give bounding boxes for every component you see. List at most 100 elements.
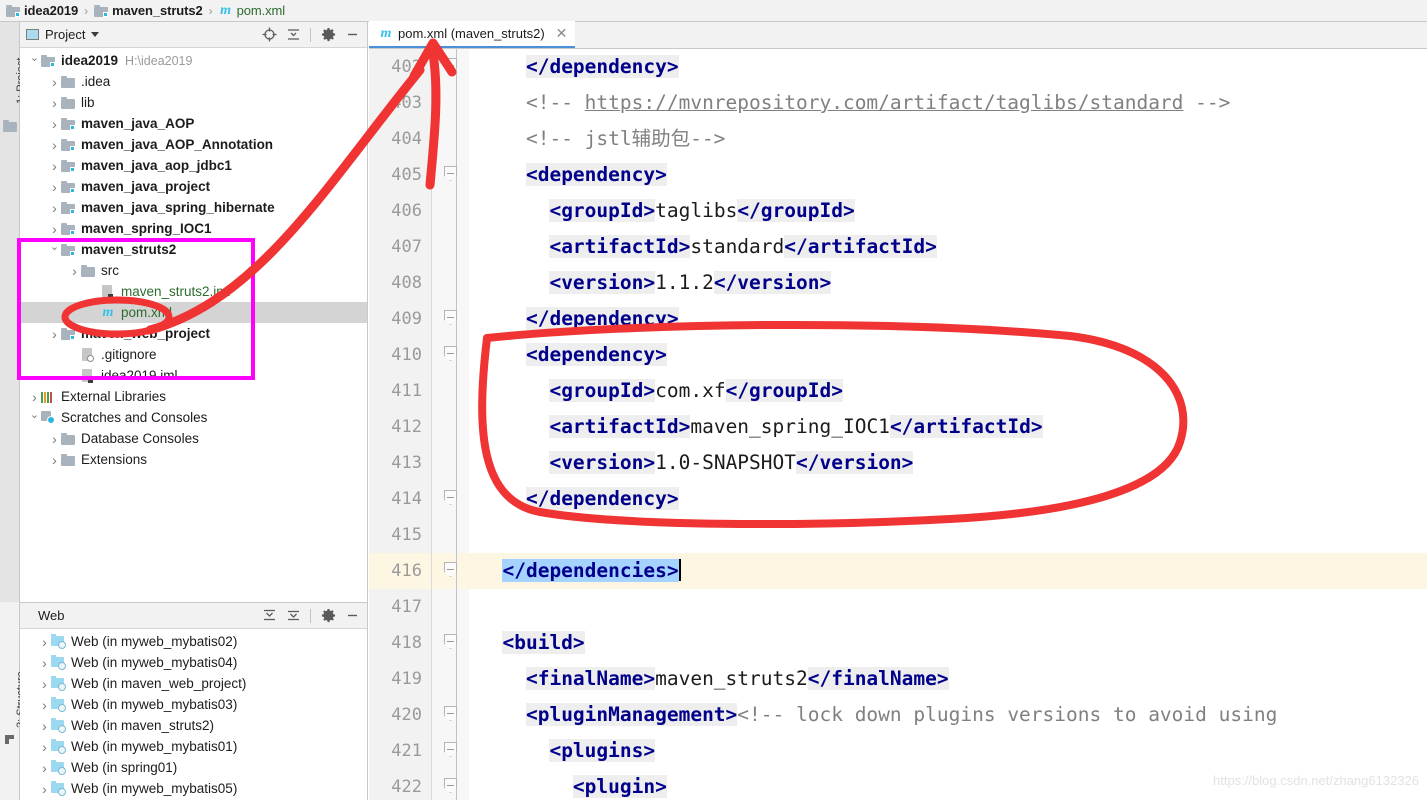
tree-node[interactable]: Database Consoles	[20, 428, 367, 449]
tree-node[interactable]: maven_spring_IOC1	[20, 218, 367, 239]
code-line[interactable]: 407 <artifactId>standard</artifactId>	[369, 229, 1427, 265]
tree-node-label: pom.xml	[121, 305, 173, 320]
chevron-right-icon[interactable]	[38, 718, 51, 734]
list-item[interactable]: Web (in myweb_mybatis01)	[20, 736, 367, 757]
chevron-right-icon[interactable]	[38, 676, 51, 692]
hide-panel-icon[interactable]	[343, 26, 361, 44]
chevron-down-icon[interactable]	[28, 54, 41, 67]
code-line[interactable]: 416 </dependencies>	[369, 553, 1427, 589]
tree-node[interactable]: maven_web_project	[20, 323, 367, 344]
tree-node[interactable]: m pom.xml	[20, 302, 367, 323]
tree-node[interactable]: External Libraries	[20, 386, 367, 407]
code-line[interactable]: 417	[369, 589, 1427, 625]
chevron-right-icon[interactable]	[48, 116, 61, 132]
chevron-right-icon[interactable]	[48, 221, 61, 237]
tree-node[interactable]: maven_java_project	[20, 176, 367, 197]
settings-gear-icon[interactable]	[319, 607, 337, 625]
tree-node[interactable]: .idea	[20, 71, 367, 92]
tree-node-icon	[41, 54, 57, 67]
tree-node[interactable]: Scratches and Consoles	[20, 407, 367, 428]
code-line[interactable]: 408 <version>1.1.2</version>	[369, 265, 1427, 301]
chevron-down-icon[interactable]	[28, 411, 41, 424]
tree-node[interactable]: Extensions	[20, 449, 367, 470]
chevron-right-icon[interactable]	[38, 634, 51, 650]
chevron-right-icon[interactable]	[38, 781, 51, 797]
tree-node[interactable]: maven_java_aop_jdbc1	[20, 155, 367, 176]
code-line[interactable]: 405 <dependency>	[369, 157, 1427, 193]
code-line[interactable]: 403 <!-- https://mvnrepository.com/artif…	[369, 85, 1427, 121]
list-item[interactable]: Web (in myweb_mybatis03)	[20, 694, 367, 715]
tree-node-icon	[61, 432, 77, 445]
chevron-right-icon[interactable]	[48, 74, 61, 90]
breadcrumb-item-file[interactable]: m pom.xml	[219, 3, 285, 18]
chevron-right-icon[interactable]	[48, 431, 61, 447]
code-line[interactable]: 415	[369, 517, 1427, 553]
list-item[interactable]: Web (in spring01)	[20, 757, 367, 778]
chevron-down-icon[interactable]	[91, 32, 100, 37]
tree-node[interactable]: .gitignore	[20, 344, 367, 365]
code-line[interactable]: 410 <dependency>	[369, 337, 1427, 373]
code-line[interactable]: 419 <finalName>maven_struts2</finalName>	[369, 661, 1427, 697]
editor-tab-pom-xml[interactable]: m pom.xml (maven_struts2) ✕	[369, 21, 576, 48]
indent-guide	[456, 373, 457, 409]
tree-node[interactable]: maven_struts2.iml	[20, 281, 367, 302]
chevron-right-icon[interactable]	[48, 326, 61, 342]
gitignore-file-icon	[81, 347, 94, 362]
tree-node[interactable]: idea2019.iml	[20, 365, 367, 386]
fold-gutter	[431, 229, 469, 265]
chevron-right-icon[interactable]	[48, 158, 61, 174]
code-line[interactable]: 402 </dependency>	[369, 49, 1427, 85]
tree-node[interactable]: maven_java_spring_hibernate	[20, 197, 367, 218]
chevron-right-icon[interactable]	[48, 452, 61, 468]
chevron-right-icon[interactable]	[68, 263, 81, 279]
list-item-label: Web (in myweb_mybatis04)	[71, 655, 238, 670]
code-line[interactable]: 406 <groupId>taglibs</groupId>	[369, 193, 1427, 229]
list-item[interactable]: Web (in myweb_mybatis04)	[20, 652, 367, 673]
code-line[interactable]: 409 </dependency>	[369, 301, 1427, 337]
chevron-right-icon[interactable]	[48, 200, 61, 216]
tree-node[interactable]: maven_java_AOP_Annotation	[20, 134, 367, 155]
indent-guide	[456, 265, 457, 301]
chevron-right-icon[interactable]	[28, 389, 41, 405]
tree-node[interactable]: idea2019 H:\idea2019	[20, 50, 367, 71]
chevron-right-icon[interactable]	[48, 179, 61, 195]
code-line[interactable]: 413 <version>1.0-SNAPSHOT</version>	[369, 445, 1427, 481]
fold-gutter	[431, 121, 469, 157]
code-line[interactable]: 421 <plugins>	[369, 733, 1427, 769]
breadcrumb-item-module[interactable]: maven_struts2	[94, 3, 203, 18]
chevron-right-icon[interactable]	[48, 95, 61, 111]
tree-node[interactable]: maven_struts2	[20, 239, 367, 260]
list-item[interactable]: Web (in myweb_mybatis05)	[20, 778, 367, 799]
tree-node[interactable]: lib	[20, 92, 367, 113]
locate-icon[interactable]	[260, 26, 278, 44]
list-item[interactable]: Web (in maven_web_project)	[20, 673, 367, 694]
code-line[interactable]: 418 <build>	[369, 625, 1427, 661]
code-line[interactable]: 414 </dependency>	[369, 481, 1427, 517]
tree-node-icon	[61, 201, 77, 214]
collapse-all-icon[interactable]	[284, 607, 302, 625]
code-line[interactable]: 411 <groupId>com.xf</groupId>	[369, 373, 1427, 409]
hide-panel-icon[interactable]	[343, 607, 361, 625]
folder-module-icon	[61, 138, 75, 151]
code-line[interactable]: 404 <!-- jstl辅助包-->	[369, 121, 1427, 157]
expand-all-icon[interactable]	[260, 607, 278, 625]
chevron-right-icon[interactable]	[38, 655, 51, 671]
chevron-right-icon[interactable]	[38, 760, 51, 776]
chevron-right-icon[interactable]	[48, 137, 61, 153]
collapse-all-icon[interactable]	[284, 26, 302, 44]
settings-gear-icon[interactable]	[319, 26, 337, 44]
tree-node-path: H:\idea2019	[125, 53, 193, 68]
chevron-down-icon[interactable]	[48, 243, 61, 256]
code-line[interactable]: 412 <artifactId>maven_spring_IOC1</artif…	[369, 409, 1427, 445]
tree-node[interactable]: src	[20, 260, 367, 281]
chevron-right-icon[interactable]	[38, 739, 51, 755]
list-item[interactable]: Web (in maven_struts2)	[20, 715, 367, 736]
tree-node[interactable]: maven_java_AOP	[20, 113, 367, 134]
list-item[interactable]: Web (in myweb_mybatis02)	[20, 631, 367, 652]
chevron-right-icon[interactable]	[38, 697, 51, 713]
code-line[interactable]: 420 <pluginManagement><!-- lock down plu…	[369, 697, 1427, 733]
breadcrumb-item-project[interactable]: idea2019	[6, 3, 78, 18]
code-editor[interactable]: 402 </dependency> 403 <!-- https://mvnrep…	[369, 49, 1427, 800]
close-icon[interactable]: ✕	[556, 25, 568, 42]
